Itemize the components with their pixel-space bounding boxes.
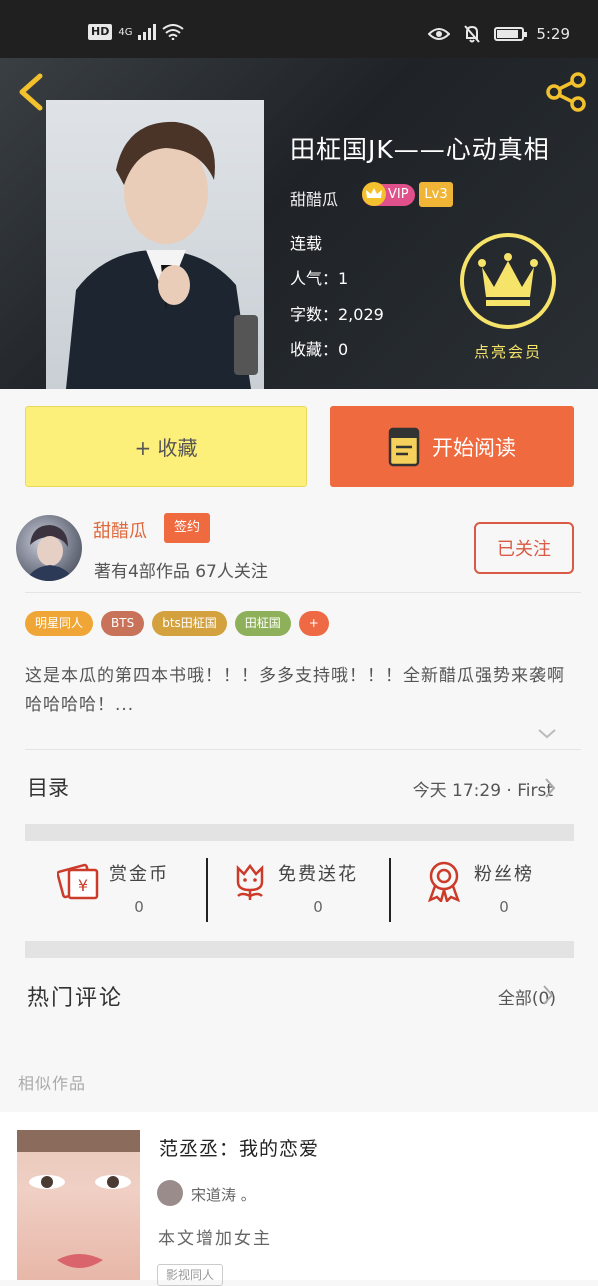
book-icon bbox=[388, 427, 420, 466]
vip-badge: VIP bbox=[362, 182, 415, 206]
vip-label: VIP bbox=[388, 187, 409, 202]
stat-label: 粉丝榜 bbox=[474, 864, 534, 885]
add-favorite-button[interactable]: + 收藏 bbox=[25, 406, 307, 487]
similar-author-avatar bbox=[157, 1180, 183, 1206]
chevron-right-icon bbox=[543, 985, 554, 1005]
start-reading-button[interactable]: 开始阅读 bbox=[330, 406, 574, 487]
member-label: 点亮会员 bbox=[473, 343, 542, 361]
section-separator bbox=[25, 941, 574, 958]
stat-label: 免费送花 bbox=[278, 864, 358, 885]
stat-divider bbox=[389, 858, 391, 922]
similar-work-title: 范丞丞：我的恋爱 bbox=[159, 1138, 320, 1160]
mute-bell-icon bbox=[464, 25, 481, 43]
stat-count: 0 bbox=[313, 898, 323, 916]
author-name[interactable]: 甜醋瓜 bbox=[93, 517, 147, 543]
svg-text:¥: ¥ bbox=[78, 876, 88, 895]
catalog-title: 目录 bbox=[27, 776, 69, 800]
expand-chevron-icon[interactable] bbox=[535, 724, 559, 744]
wifi-icon bbox=[162, 24, 185, 40]
hero-author-name[interactable]: 甜醋瓜 bbox=[290, 186, 338, 210]
tag-chip[interactable]: BTS bbox=[101, 611, 145, 636]
divider bbox=[25, 592, 581, 593]
popularity: 人气：1 bbox=[290, 269, 349, 288]
ribbon-medal-icon bbox=[427, 861, 461, 902]
book-cover-image bbox=[46, 100, 264, 389]
book-header: 田柾国JK——心动真相 甜醋瓜 VIP Lv3 连载 人气：1 字数：2,029… bbox=[0, 58, 598, 389]
stat-label: 赏金币 bbox=[109, 864, 169, 885]
level-badge: Lv3 bbox=[419, 182, 453, 207]
tag-chip[interactable]: 田柾国 bbox=[234, 611, 291, 636]
stat-count: 0 bbox=[134, 898, 144, 916]
start-reading-label: 开始阅读 bbox=[432, 435, 516, 460]
fan-ranking-button[interactable]: 粉丝榜 0 bbox=[424, 860, 534, 922]
stat-divider bbox=[206, 858, 208, 922]
eye-icon bbox=[428, 28, 451, 40]
book-title: 田柾国JK——心动真相 bbox=[290, 135, 550, 164]
stat-count: 0 bbox=[499, 898, 509, 916]
book-description: 这是本瓜的第四本书哦！！！多多支持哦！！！全新醋瓜强势来袭啊哈哈哈哈！... bbox=[25, 666, 565, 715]
latest-chapter: 今天 17:29 · First bbox=[412, 781, 553, 801]
word-count: 字数：2,029 bbox=[290, 305, 384, 324]
similar-author-name: 宋道涛 。 bbox=[191, 1186, 256, 1204]
coin-envelope-icon: ¥ bbox=[57, 863, 99, 900]
free-flower-button[interactable]: 免费送花 0 bbox=[230, 860, 358, 922]
similar-work-tag: 影视同人 bbox=[157, 1264, 224, 1286]
serial-status: 连载 bbox=[290, 234, 323, 253]
similar-work-cover bbox=[17, 1130, 140, 1280]
battery-icon bbox=[494, 27, 528, 41]
author-avatar[interactable] bbox=[16, 515, 82, 581]
similar-work-card[interactable]: 范丞丞：我的恋爱 宋道涛 。 本文增加女主 影视同人 bbox=[0, 1112, 598, 1286]
tag-chip[interactable]: 明星同人 bbox=[25, 611, 94, 636]
network-type: 4G bbox=[118, 26, 133, 38]
status-bar: HD 4G 5:29 bbox=[0, 0, 598, 58]
share-icon[interactable] bbox=[544, 72, 588, 112]
divider bbox=[25, 749, 581, 750]
crown-icon bbox=[362, 182, 386, 206]
signed-badge: 签约 bbox=[164, 513, 210, 543]
chevron-right-icon bbox=[545, 778, 556, 798]
hot-comments-title: 热门评论 bbox=[27, 986, 124, 1011]
tag-chip[interactable]: bts田柾国 bbox=[152, 611, 227, 636]
hd-indicator: HD bbox=[88, 24, 113, 40]
favorite-count: 收藏：0 bbox=[290, 340, 349, 359]
section-separator bbox=[25, 824, 574, 841]
follow-button[interactable]: 已关注 bbox=[474, 522, 574, 574]
back-arrow-icon[interactable] bbox=[14, 72, 48, 112]
clock: 5:29 bbox=[536, 25, 570, 43]
tag-list: 明星同人 BTS bts田柾国 田柾国 + bbox=[25, 611, 329, 636]
similar-works-title: 相似作品 bbox=[18, 1074, 87, 1093]
activate-member-button[interactable]: 点亮会员 bbox=[460, 233, 556, 373]
signal-icon bbox=[138, 24, 157, 40]
reward-coins-button[interactable]: ¥ 赏金币 0 bbox=[57, 860, 169, 922]
author-summary: 著有4部作品 67人关注 bbox=[94, 562, 268, 582]
add-tag-button[interactable]: + bbox=[298, 611, 329, 636]
similar-work-desc: 本文增加女主 bbox=[158, 1229, 272, 1249]
member-crown-icon bbox=[460, 233, 556, 329]
flower-icon bbox=[236, 863, 264, 900]
